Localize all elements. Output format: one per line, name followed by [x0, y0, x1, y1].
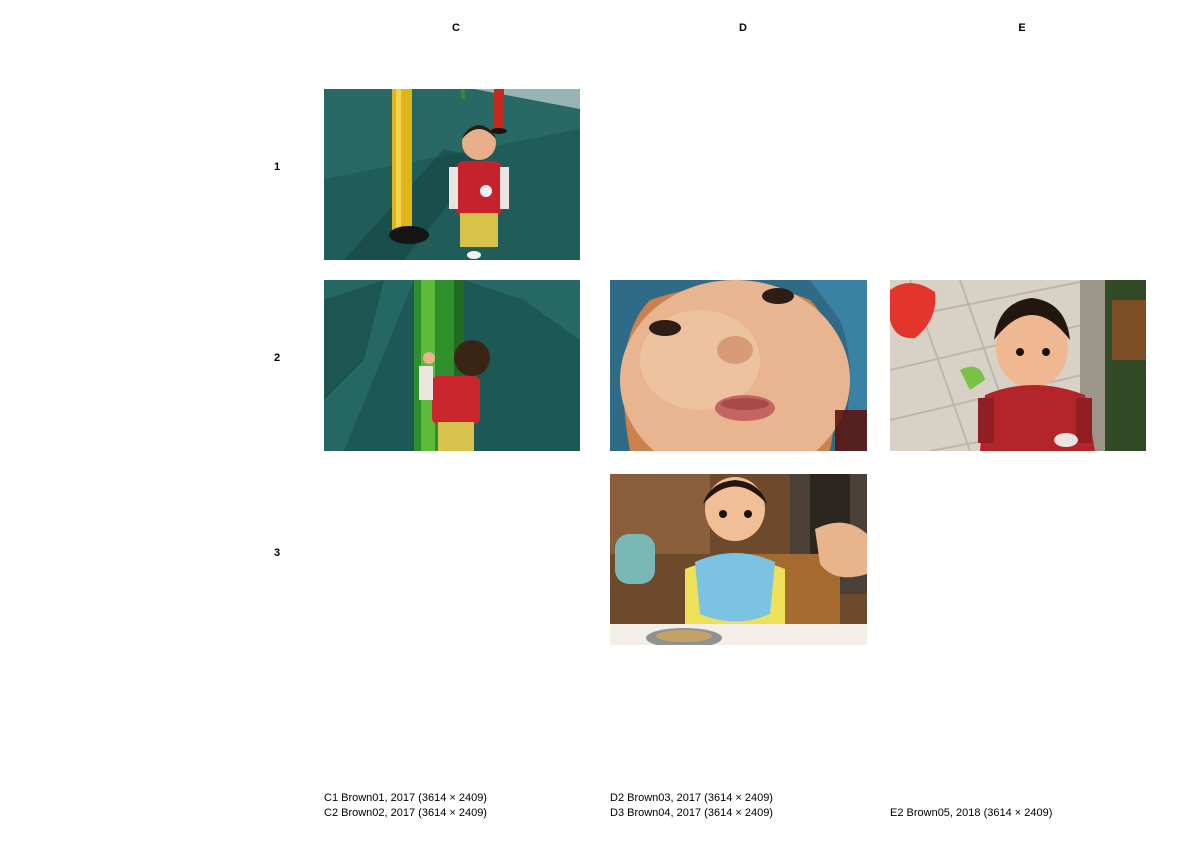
column-label-d: D [739, 22, 747, 34]
caption-d3: D3 Brown04, 2017 (3614 × 2409) [610, 807, 773, 819]
row-label-3: 3 [273, 547, 281, 559]
captions-column-c: C1 Brown01, 2017 (3614 × 2409) C2 Brown0… [324, 791, 487, 821]
photo-d3[interactable] [610, 474, 867, 645]
row-label-2: 2 [273, 352, 281, 364]
caption-c1: C1 Brown01, 2017 (3614 × 2409) [324, 792, 487, 804]
row-label-1: 1 [273, 161, 281, 173]
captions-column-e: E2 Brown05, 2018 (3614 × 2409) [890, 806, 1052, 821]
caption-c2: C2 Brown02, 2017 (3614 × 2409) [324, 807, 487, 819]
photo-e2[interactable] [890, 280, 1146, 451]
photo-d2[interactable] [610, 280, 867, 451]
photo-c2[interactable] [324, 280, 580, 451]
column-label-e: E [1018, 22, 1026, 34]
column-label-c: C [452, 22, 460, 34]
photo-c1[interactable] [324, 89, 580, 260]
caption-e2: E2 Brown05, 2018 (3614 × 2409) [890, 807, 1053, 819]
captions-column-d: D2 Brown03, 2017 (3614 × 2409) D3 Brown0… [610, 791, 773, 821]
caption-d2: D2 Brown03, 2017 (3614 × 2409) [610, 792, 773, 804]
